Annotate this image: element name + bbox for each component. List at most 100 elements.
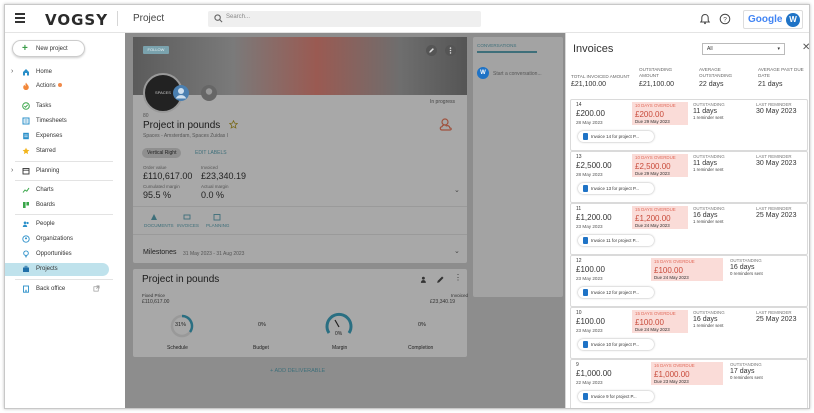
invoice-card[interactable]: 14 £200.00 28 May 2023 10 DAYS OVERDUE £… [570,99,808,151]
active-tab-indicator [477,51,537,53]
budget-label: Budget [253,345,269,351]
completion-label: Completion [408,345,434,351]
invoice-document-chip[interactable]: Invoice 10 for project P... [578,339,654,350]
sidebar-item-timesheets[interactable]: Timesheets [5,115,125,128]
invoice-document-chip[interactable]: Invoice 12 for project P... [578,287,654,298]
invoice-filter-select[interactable]: All ▾ [702,43,785,55]
overdue-block: 15 DAYS OVERDUE £1,200.00 Due 24 May 202… [632,206,688,229]
document-icon [583,237,588,244]
invoiced-value: £23,340.19 [430,299,456,305]
tab-conversations[interactable]: CONVERSATIONS [477,43,516,48]
edit-icon[interactable] [436,275,445,284]
outstanding-amount-value: £21,100.00 [639,81,675,88]
overdue-block: 15 DAYS OVERDUE £100.00 Due 24 May 2023 [632,310,688,333]
milestones-label[interactable]: Milestones [143,249,176,256]
invoice-card[interactable]: 11 £1,200.00 23 May 2023 15 DAYS OVERDUE… [570,203,808,255]
sidebar-item-projects[interactable]: Projects [5,263,109,276]
invoice-number: 9 [576,362,579,368]
close-icon[interactable]: ✕ [802,42,809,53]
deliverable-title: Project in pounds [142,274,220,285]
chevron-right-icon[interactable]: › [11,68,13,75]
planning-icon [213,214,221,221]
edit-icon[interactable] [426,45,437,56]
sidebar-item-charts[interactable]: Charts [5,184,125,197]
invoice-document-chip[interactable]: Invoice 13 for project P... [578,183,654,194]
chevron-down-icon[interactable]: ⌄ [454,247,460,255]
avatar[interactable]: W [786,13,800,27]
sidebar-item-organizations[interactable]: Organizations [5,233,125,246]
divider [15,161,113,162]
bell-icon[interactable] [699,13,711,25]
sidebar-item-actions[interactable]: Actions [5,80,125,93]
divider [15,214,113,215]
tab-planning[interactable]: PLANNING [206,223,230,228]
chart-icon [22,187,30,193]
more-icon[interactable]: ⋮ [454,273,462,282]
manager-avatar-icon[interactable] [173,85,189,101]
chevron-down-icon[interactable]: ⌄ [454,186,460,194]
outstanding-block: OUTSTANDING 16 days 1 reminder sent [693,310,725,328]
help-icon[interactable]: ? [719,13,731,25]
outstanding-block: OUTSTANDING 16 days 0 reminders sent [730,258,763,276]
sidebar-item-people[interactable]: People [5,218,125,231]
people-icon[interactable] [420,275,429,284]
divider [133,234,467,235]
invoice-date: 23 May 2023 [576,224,603,229]
app-logo[interactable]: VOGSY [45,11,108,29]
more-icon[interactable] [445,45,456,56]
chevron-right-icon[interactable]: › [11,167,13,174]
document-icon [583,393,588,400]
deliverable-card: Project in pounds ⋮ Fixed Price £110,617… [133,269,468,357]
menu-icon[interactable] [15,13,25,23]
search-input[interactable]: Search... [226,14,250,20]
fire-icon [23,82,29,90]
edit-labels-button[interactable]: EDIT LABELS [195,150,227,156]
invoice-card[interactable]: 10 £100.00 23 May 2023 15 DAYS OVERDUE £… [570,307,808,359]
project-client: Spaces - Amsterdam, Spaces Zuidas I [143,133,229,139]
app-window: VOGSY Project Search... ? Google W + New… [4,4,810,409]
search-bar[interactable]: Search... [208,11,481,27]
briefcase-icon [23,265,29,272]
label-tag[interactable]: Vertical Right [142,148,182,158]
sidebar-item-opportunities[interactable]: Opportunities [5,248,125,261]
conversation-input[interactable]: Start a conversation... [493,71,542,77]
divider [117,11,118,26]
sidebar-item-home[interactable]: › Home [5,66,125,79]
invoice-date: 28 May 2023 [576,120,603,125]
account-switcher[interactable]: Google W [743,10,803,29]
project-id: 80 [143,113,149,119]
invoice-card[interactable]: 9 £1,000.00 22 May 2023 16 DAYS OVERDUE … [570,359,808,408]
schedule-label: Schedule [167,345,188,351]
document-icon [583,341,588,348]
invoice-document-chip[interactable]: Invoice 9 for project P... [578,391,654,402]
invoice-document-chip[interactable]: Invoice 11 for project P... [578,235,654,246]
invoice-list: 14 £200.00 28 May 2023 10 DAYS OVERDUE £… [570,99,808,408]
average-past-due-label: AVERAGE PAST DUE DATE [758,67,804,78]
invoice-number: 13 [576,154,582,160]
outstanding-amount-label: OUTSTANDING AMOUNT [639,67,673,78]
sidebar-item-starred[interactable]: Starred [5,145,125,158]
tab-documents[interactable]: DOCUMENTS [144,223,174,228]
sidebar-item-back-office[interactable]: Back office [5,283,125,296]
building-icon [23,285,29,293]
sidebar-item-expenses[interactable]: Expenses [5,130,125,143]
add-deliverable-button[interactable]: + ADD DELIVERABLE [270,368,325,374]
member-avatar-icon[interactable] [201,85,217,101]
invoice-document-chip[interactable]: Invoice 14 for project P... [578,131,654,142]
sidebar-item-boards[interactable]: Boards [5,199,125,212]
invoice-card[interactable]: 13 £2,500.00 28 May 2023 10 DAYS OVERDUE… [570,151,808,203]
tab-invoices[interactable]: INVOICES [177,223,199,228]
order-value: £110,617.00 [143,171,193,181]
search-icon [214,14,223,23]
external-link-icon[interactable] [93,285,100,292]
actual-margin: 0.0 % [201,190,225,200]
overdue-amount: £200.00 [635,110,664,119]
star-icon[interactable] [229,120,238,129]
dropdown-arrow-icon: ▾ [777,46,780,52]
invoice-card[interactable]: 12 £100.00 23 May 2023 15 DAYS OVERDUE £… [570,255,808,307]
star-icon [22,147,30,155]
follow-button[interactable]: FOLLOW [143,46,169,54]
sidebar-item-tasks[interactable]: Tasks [5,100,125,113]
new-project-button[interactable]: + New project [12,40,85,57]
sidebar-item-planning[interactable]: › Planning [5,165,125,178]
